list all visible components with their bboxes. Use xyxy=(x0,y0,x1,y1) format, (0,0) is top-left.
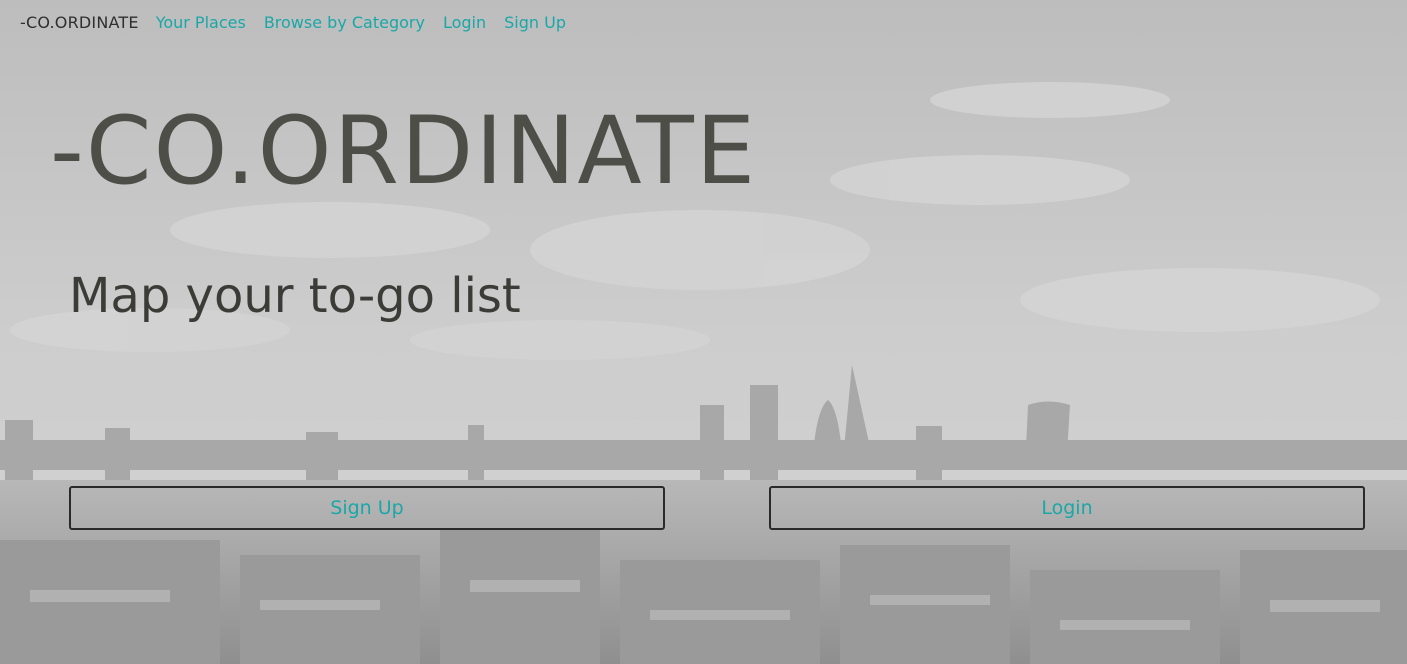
hero-subtitle: Map your to-go list xyxy=(69,268,521,324)
nav-link-login[interactable]: Login xyxy=(443,13,486,32)
nav-link-your-places[interactable]: Your Places xyxy=(156,13,246,32)
login-button[interactable]: Login xyxy=(769,486,1365,530)
top-navbar: -CO.ORDINATE Your Places Browse by Categ… xyxy=(20,11,584,33)
sign-up-button[interactable]: Sign Up xyxy=(69,486,665,530)
brand-logo-link[interactable]: -CO.ORDINATE xyxy=(20,13,139,32)
nav-link-browse-by-category[interactable]: Browse by Category xyxy=(264,13,425,32)
hero-title: -CO.ORDINATE xyxy=(50,97,758,206)
nav-link-sign-up[interactable]: Sign Up xyxy=(504,13,566,32)
